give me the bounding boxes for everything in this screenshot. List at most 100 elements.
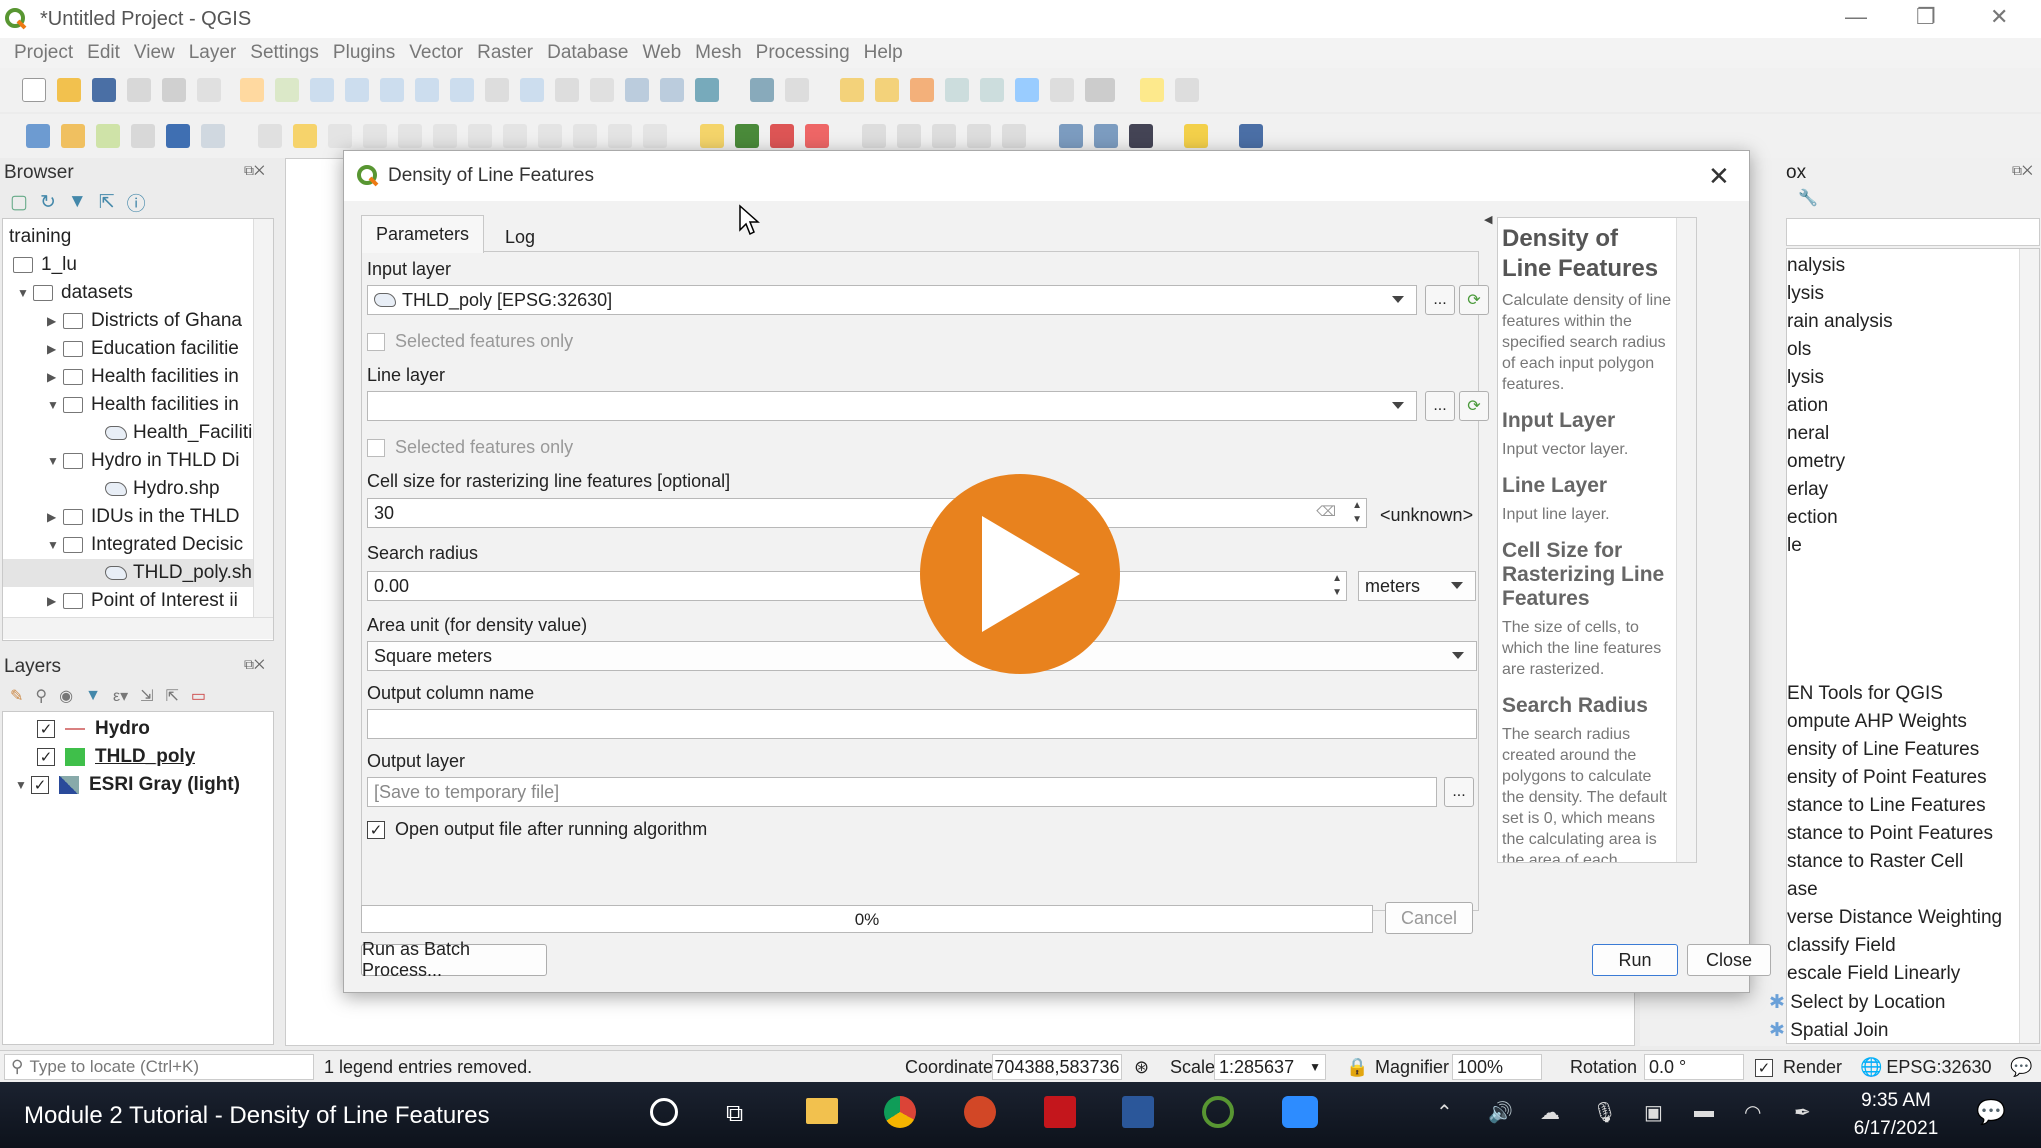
task-view-icon[interactable]: ⧉ bbox=[726, 1100, 743, 1128]
menu-vector[interactable]: Vector bbox=[409, 42, 463, 64]
iterate-icon[interactable]: ⟳ bbox=[1459, 285, 1489, 315]
toolbox-item[interactable]: nalysis bbox=[1787, 255, 1845, 277]
menu-web[interactable]: Web bbox=[642, 42, 681, 64]
move-label-icon[interactable] bbox=[862, 124, 886, 148]
browser-vscrollbar[interactable] bbox=[253, 219, 273, 617]
tree-item-selected[interactable]: THLD_poly.sh bbox=[3, 559, 253, 587]
browser-hscrollbar[interactable] bbox=[3, 617, 273, 639]
line-layer-select[interactable] bbox=[367, 391, 1417, 421]
new-project-icon[interactable] bbox=[22, 78, 46, 102]
volume-icon[interactable]: 🔊 bbox=[1488, 1100, 1513, 1125]
help-scrollbar[interactable] bbox=[1676, 218, 1696, 862]
layer-visibility-checkbox[interactable]: ✓ bbox=[31, 776, 49, 794]
vertex-tool-icon[interactable] bbox=[398, 124, 422, 148]
toolbox-item[interactable]: ase bbox=[1787, 879, 1818, 901]
change-label-icon[interactable] bbox=[932, 124, 956, 148]
clock-time[interactable]: 9:35 AM bbox=[1846, 1090, 1946, 1112]
filter-icon[interactable]: ▼ bbox=[85, 687, 101, 705]
zoom-selection-icon[interactable] bbox=[415, 78, 439, 102]
tree-item[interactable]: ▼ datasets bbox=[17, 279, 133, 307]
toolbox-item[interactable]: ensity of Line Features bbox=[1787, 739, 1979, 761]
menu-edit[interactable]: Edit bbox=[87, 42, 120, 64]
locator-input[interactable]: ⚲ Type to locate (Ctrl+K) bbox=[4, 1054, 314, 1080]
toolbox-item[interactable]: escale Field Linearly bbox=[1787, 963, 1960, 985]
toolbox-item[interactable]: ✱ Spatial Join bbox=[1769, 1019, 1888, 1042]
toolbox-item[interactable]: classify Field bbox=[1787, 935, 1896, 957]
menu-project[interactable]: Project bbox=[14, 42, 73, 64]
text-annotation-icon[interactable] bbox=[1175, 78, 1199, 102]
filter-expression-icon[interactable]: ε▾ bbox=[113, 686, 128, 706]
refresh-icon[interactable] bbox=[695, 78, 719, 102]
info-icon[interactable]: ⓘ bbox=[127, 189, 146, 216]
toolbox-item[interactable]: neral bbox=[1787, 423, 1829, 445]
rotation-input[interactable]: 0.0 ° bbox=[1644, 1054, 1744, 1080]
collapse-all-icon[interactable]: ⇱ bbox=[99, 191, 115, 214]
render-checkbox[interactable]: ✓ Render bbox=[1755, 1057, 1842, 1078]
display-icon[interactable]: ▣ bbox=[1644, 1100, 1663, 1125]
output-layer-browse-button[interactable]: ... bbox=[1444, 777, 1474, 807]
float-icon[interactable]: ⧉✕ bbox=[244, 162, 265, 179]
toggle-editing-icon[interactable] bbox=[293, 124, 317, 148]
tree-item[interactable]: ▶ Point of Interest ii bbox=[47, 587, 238, 615]
selected-only-checkbox-1[interactable]: Selected features only bbox=[367, 331, 573, 352]
run-action-icon[interactable] bbox=[785, 78, 809, 102]
close-icon[interactable]: ✕ bbox=[1990, 4, 2008, 30]
acrobat-icon[interactable] bbox=[1044, 1096, 1076, 1128]
add-selected-icon[interactable]: ▢ bbox=[10, 191, 28, 214]
add-group-icon[interactable]: ⚲ bbox=[35, 686, 47, 706]
toolbox-item[interactable]: ection bbox=[1787, 507, 1838, 529]
zoom-last-icon[interactable] bbox=[520, 78, 544, 102]
tree-item[interactable]: ▶ Education facilitie bbox=[47, 335, 239, 363]
search-radius-input[interactable]: 0.00 ▲ ▼ bbox=[367, 571, 1347, 601]
spin-icon[interactable]: ▲ ▼ bbox=[1352, 499, 1362, 527]
paste-icon[interactable] bbox=[573, 124, 597, 148]
tree-item[interactable]: ▶ Districts of Ghana bbox=[47, 307, 242, 335]
options-icon[interactable]: 🔧 bbox=[1798, 188, 1818, 208]
pen-icon[interactable]: ✒ bbox=[1794, 1100, 1811, 1125]
cancel-button[interactable]: Cancel bbox=[1385, 902, 1473, 934]
measure-icon[interactable] bbox=[1085, 78, 1115, 102]
close-icon[interactable]: ✕ bbox=[1708, 161, 1730, 192]
layer-item[interactable]: ✓ THLD_poly bbox=[37, 743, 195, 771]
cell-size-input[interactable]: 30 ⌫ ▲ ▼ bbox=[367, 498, 1367, 528]
scale-select[interactable]: 1:285637 ▼ bbox=[1214, 1054, 1326, 1080]
bookmark-icon[interactable] bbox=[625, 78, 649, 102]
expand-all-icon[interactable]: ⇲ bbox=[140, 686, 153, 706]
messages-icon[interactable]: 💬 bbox=[2010, 1057, 2032, 1078]
word-icon[interactable] bbox=[1122, 1096, 1154, 1128]
field-calculator-icon[interactable] bbox=[980, 78, 1004, 102]
cortana-icon[interactable] bbox=[650, 1098, 678, 1126]
coordinate-toggle-icon[interactable]: ⊛ bbox=[1134, 1057, 1149, 1078]
toolbox-item[interactable]: ensity of Point Features bbox=[1787, 767, 1987, 789]
show-hide-labels-icon[interactable] bbox=[967, 124, 991, 148]
output-layer-input[interactable]: [Save to temporary file] bbox=[367, 777, 1437, 807]
python-console-icon[interactable] bbox=[1184, 124, 1208, 148]
float-icon[interactable]: ⧉✕ bbox=[244, 656, 265, 673]
layer-visibility-checkbox[interactable]: ✓ bbox=[37, 748, 55, 766]
highlight-labels-icon[interactable] bbox=[805, 124, 829, 148]
identify-icon[interactable] bbox=[750, 78, 774, 102]
style-icon[interactable]: ✎ bbox=[10, 686, 23, 706]
processing-toolbox-icon[interactable] bbox=[1015, 78, 1039, 102]
toolbox-item[interactable]: ✱ Select by Location bbox=[1769, 991, 1945, 1014]
zoom-out-icon[interactable] bbox=[345, 78, 369, 102]
tab-parameters[interactable]: Parameters bbox=[361, 215, 484, 253]
delete-selected-icon[interactable] bbox=[468, 124, 492, 148]
output-column-input[interactable] bbox=[367, 709, 1477, 739]
add-feature-icon[interactable] bbox=[363, 124, 387, 148]
batch-process-button[interactable]: Run as Batch Process... bbox=[361, 939, 547, 980]
tree-item[interactable]: ▼ Hydro in THLD Di bbox=[47, 447, 240, 475]
battery-icon[interactable]: ▬ bbox=[1694, 1100, 1714, 1123]
metasearch-icon[interactable] bbox=[1129, 124, 1153, 148]
powerpoint-icon[interactable] bbox=[964, 1096, 996, 1128]
menu-mesh[interactable]: Mesh bbox=[695, 42, 741, 64]
close-button[interactable]: Close bbox=[1687, 944, 1771, 976]
iterate-icon[interactable]: ⟳ bbox=[1459, 391, 1489, 421]
toolbox-item[interactable]: erlay bbox=[1787, 479, 1828, 501]
diagram-icon[interactable] bbox=[735, 124, 759, 148]
globe-icon[interactable] bbox=[1059, 124, 1083, 148]
layer-item[interactable]: ✓ Hydro bbox=[37, 715, 150, 743]
zoom-app-icon[interactable] bbox=[1282, 1096, 1318, 1128]
save-edits-icon[interactable] bbox=[328, 124, 352, 148]
layout-manager-icon[interactable] bbox=[162, 78, 186, 102]
